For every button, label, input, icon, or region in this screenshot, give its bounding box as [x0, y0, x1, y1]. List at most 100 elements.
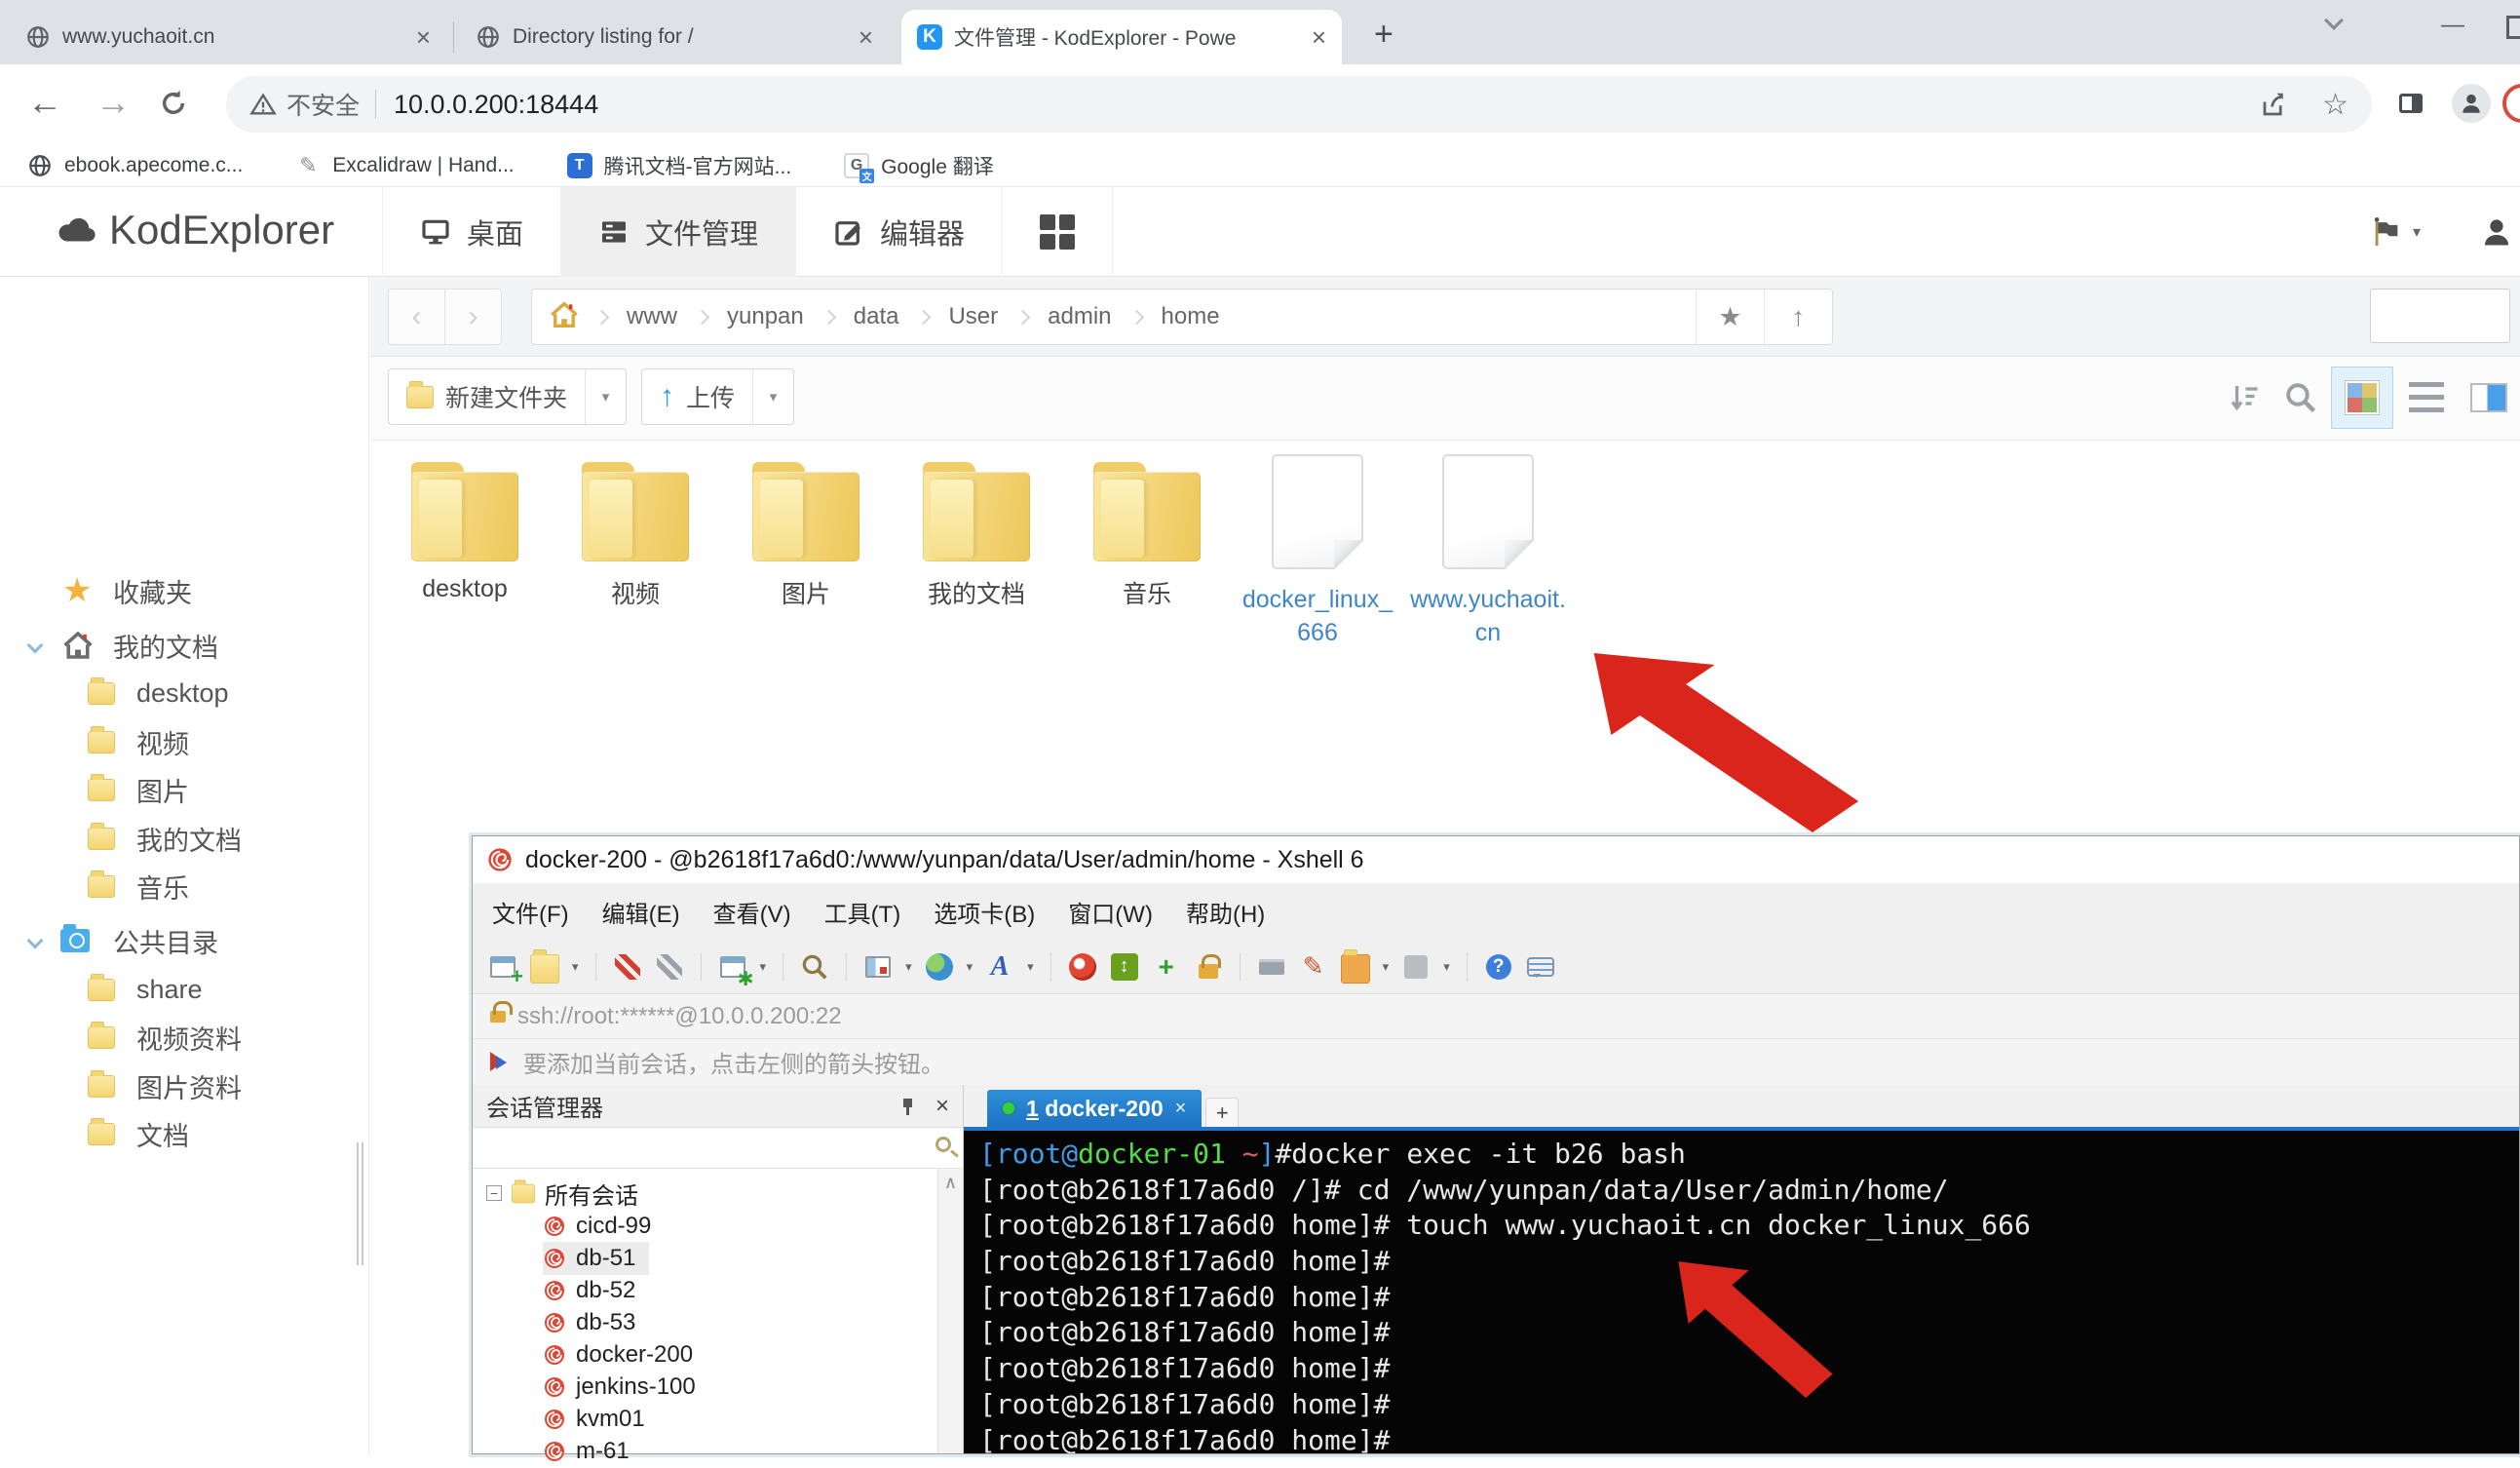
xshell-app-icon[interactable]	[1068, 952, 1097, 982]
nav-desktop[interactable]: 桌面	[382, 187, 561, 277]
session-manager-header[interactable]: 会话管理器 ×	[473, 1085, 963, 1128]
session-properties-icon[interactable]: ✱	[718, 952, 747, 982]
file-item-folder[interactable]: desktop	[385, 462, 545, 603]
user-menu[interactable]	[2479, 187, 2514, 277]
session-item[interactable]: docker-200	[543, 1338, 693, 1371]
tab-close-icon[interactable]: ×	[1175, 1098, 1187, 1120]
sidebar-item-video-materials[interactable]: 视频资料	[0, 1014, 368, 1061]
browser-tab-1[interactable]: www.yuchaoit.cn ×	[10, 10, 446, 64]
terminal-tab-active[interactable]: 1 docker-200 ×	[987, 1090, 1202, 1127]
file-item-file[interactable]: docker_linux_666	[1238, 454, 1397, 649]
chevron-down-icon[interactable]	[27, 637, 44, 654]
tab-close-icon[interactable]: ×	[1312, 24, 1326, 50]
fullscreen-icon[interactable]: +	[1152, 952, 1181, 982]
nav-file-manager[interactable]: 文件管理	[561, 187, 796, 277]
file-item-file[interactable]: www.yuchaoit.cn	[1408, 454, 1568, 649]
window-minimize-button[interactable]: —	[2441, 12, 2464, 39]
kod-search-input[interactable]	[2370, 289, 2510, 343]
caret-down-icon[interactable]: ▾	[760, 959, 767, 975]
layout-icon[interactable]	[863, 952, 893, 982]
view-list-button[interactable]	[2395, 367, 2458, 429]
new-session-icon[interactable]: +	[488, 952, 517, 982]
sidebar-item-docs[interactable]: 文档	[0, 1110, 368, 1157]
file-item-folder[interactable]: 图片	[726, 462, 886, 610]
breadcrumb-home[interactable]	[532, 298, 596, 336]
disconnect-icon[interactable]	[613, 952, 642, 982]
breadcrumb-item[interactable]: data	[834, 303, 919, 330]
highlight-pen-icon[interactable]: ✎	[1299, 952, 1328, 982]
forward-icon[interactable]: →	[95, 82, 131, 123]
nav-editor[interactable]: 编辑器	[796, 187, 1003, 277]
view-columns-button[interactable]	[2458, 367, 2520, 429]
bookmark-item[interactable]: G文 Google 翻译	[844, 151, 994, 180]
feedback-balloon-icon[interactable]	[1526, 952, 1555, 982]
new-folder-button[interactable]: 新建文件夹 ▾	[388, 368, 627, 425]
pin-panel-icon[interactable]	[902, 1098, 914, 1115]
history-forward-button[interactable]: ›	[444, 289, 502, 345]
zoom-icon[interactable]	[2283, 380, 2318, 415]
tree-scrollbar[interactable]: ∧	[937, 1169, 963, 1453]
breadcrumb-item[interactable]: www	[607, 303, 697, 330]
flag-arrow-icon[interactable]	[490, 1052, 510, 1073]
up-directory-button[interactable]: ↑	[1764, 290, 1832, 344]
menu-help[interactable]: 帮助(H)	[1186, 895, 1265, 929]
lock-icon[interactable]	[1194, 952, 1223, 982]
new-folder-dropdown[interactable]: ▾	[585, 369, 626, 424]
keyboard-icon[interactable]	[1257, 952, 1286, 982]
bookmark-item[interactable]: ebook.apecome.c...	[27, 153, 243, 178]
menu-tabs[interactable]: 选项卡(B)	[934, 895, 1035, 929]
browser-tab-2[interactable]: Directory listing for / ×	[460, 10, 889, 64]
sidebar-item-videos[interactable]: 视频	[0, 718, 368, 765]
breadcrumb-item[interactable]: home	[1142, 303, 1240, 330]
close-panel-icon[interactable]: ×	[935, 1093, 949, 1120]
sidebar-favorites[interactable]: ★ 收藏夹	[0, 567, 368, 614]
sidebar-item-desktop[interactable]: desktop	[0, 670, 368, 716]
security-label[interactable]: 不安全	[286, 87, 360, 122]
caret-down-icon[interactable]: ▾	[905, 959, 912, 975]
extension-badge[interactable]	[2502, 84, 2520, 123]
sidebar-public-dir[interactable]: 公共目录	[0, 917, 368, 964]
tree-collapse-icon[interactable]: −	[486, 1185, 502, 1201]
kodexplorer-logo[interactable]: KodExplorer	[55, 207, 334, 253]
sidebar-item-documents[interactable]: 我的文档	[0, 815, 368, 862]
new-terminal-tab-button[interactable]: +	[1205, 1098, 1239, 1127]
session-search-input[interactable]	[473, 1128, 963, 1168]
bookmark-star-icon[interactable]: ☆	[2322, 88, 2348, 122]
session-item[interactable]: db-53	[543, 1306, 635, 1339]
help-icon[interactable]: ?	[1484, 952, 1513, 982]
file-item-folder[interactable]: 我的文档	[897, 462, 1056, 610]
file-item-folder[interactable]: 音乐	[1067, 462, 1227, 610]
url-omnibox[interactable]: 不安全 10.0.0.200:18444 ☆	[226, 76, 2372, 133]
share-icon[interactable]	[2260, 90, 2289, 119]
kod-file-area[interactable]: desktop 视频 图片 我的文档 音乐 docker_linux_666 w…	[370, 441, 2520, 835]
caret-down-icon[interactable]: ▾	[1383, 959, 1390, 975]
sort-icon[interactable]	[2227, 380, 2262, 415]
breadcrumb-item[interactable]: yunpan	[707, 303, 823, 330]
breadcrumb-item[interactable]: admin	[1028, 303, 1130, 330]
bookmark-item[interactable]: T 腾讯文档-官方网站...	[567, 151, 792, 180]
session-item[interactable]: cicd-99	[543, 1210, 651, 1243]
menu-window[interactable]: 窗口(W)	[1068, 895, 1153, 929]
history-back-button[interactable]: ‹	[388, 289, 445, 345]
session-item[interactable]: jenkins-100	[543, 1371, 696, 1404]
sidebar-item-pictures[interactable]: 图片	[0, 766, 368, 813]
session-item[interactable]: m-61	[543, 1435, 630, 1468]
language-switcher[interactable]: ▾	[2370, 187, 2421, 277]
web-icon[interactable]	[925, 952, 954, 982]
view-grid-button[interactable]	[2331, 367, 2393, 429]
url-text[interactable]: 10.0.0.200:18444	[394, 90, 598, 120]
sidebar-resize-grip[interactable]	[357, 1142, 363, 1265]
new-file-icon[interactable]	[1341, 954, 1370, 984]
session-item-selected[interactable]: db-51	[543, 1242, 649, 1275]
session-item[interactable]: db-52	[543, 1274, 635, 1307]
caret-down-icon[interactable]: ▾	[967, 959, 974, 975]
reconnect-icon[interactable]	[655, 952, 684, 982]
terminal[interactable]: [root@docker-01 ~]#docker exec -it b26 b…	[964, 1127, 2519, 1453]
menu-edit[interactable]: 编辑(E)	[602, 895, 680, 929]
browser-tab-active[interactable]: K 文件管理 - KodExplorer - Powe ×	[901, 10, 1342, 64]
color-scheme-icon[interactable]	[1401, 952, 1431, 982]
sidebar-item-music[interactable]: 音乐	[0, 863, 368, 909]
caret-down-icon[interactable]: ▾	[1027, 959, 1034, 975]
favorite-path-button[interactable]: ★	[1696, 290, 1764, 344]
xftp-transfer-icon[interactable]: ↕	[1110, 952, 1139, 982]
